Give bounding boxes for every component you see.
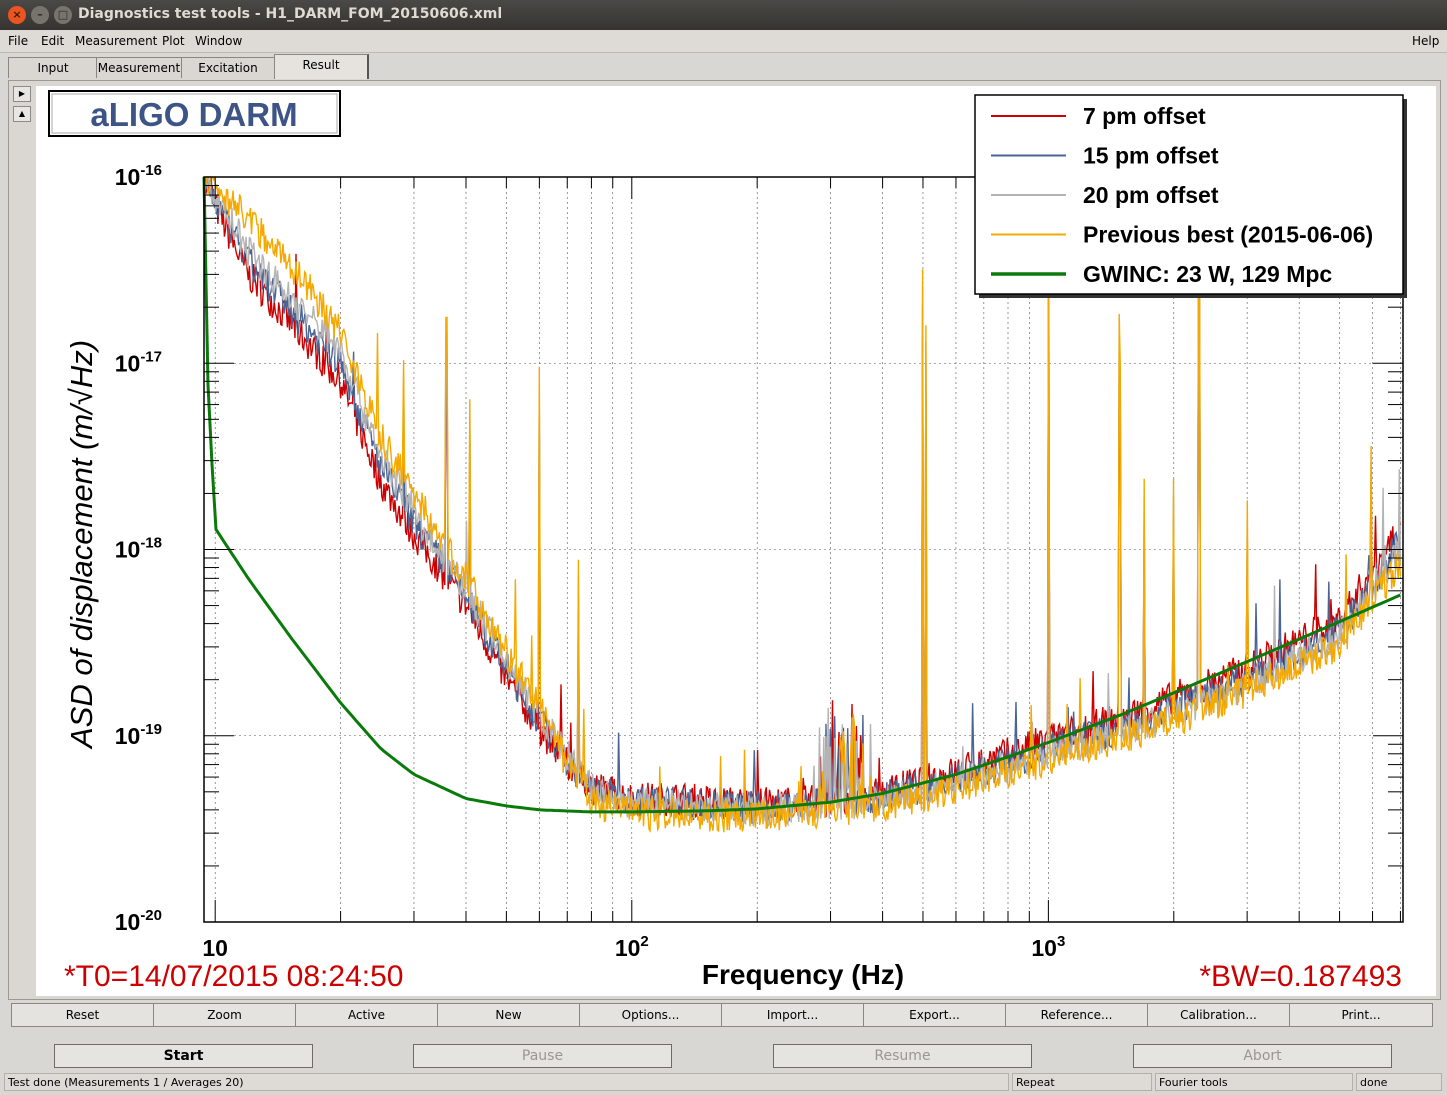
x-axis-label: Frequency (Hz) — [702, 959, 904, 990]
menu-window[interactable]: Window — [195, 34, 242, 48]
pause-button[interactable]: Pause — [413, 1044, 672, 1068]
legend-label: 15 pm offset — [1083, 143, 1219, 169]
plot-canvas[interactable]: 10 102 103 10-16 10-17 10-18 10-19 10-20 aLIGO … — [36, 86, 1436, 996]
y-tick-label: 10-20 — [115, 907, 162, 935]
resume-button[interactable]: Resume — [773, 1044, 1032, 1068]
close-window-button[interactable]: × — [8, 6, 26, 24]
bw-label: *BW=0.187493 — [1199, 960, 1402, 993]
menu-plot[interactable]: Plot — [162, 34, 185, 48]
import-button[interactable]: Import... — [721, 1003, 864, 1027]
status-message: Test done (Measurements 1 / Averages 20) — [4, 1073, 1009, 1091]
active-button[interactable]: Active — [295, 1003, 438, 1027]
legend-label: GWINC: 23 W, 129 Mpc — [1083, 261, 1332, 287]
maximize-window-button[interactable]: □ — [54, 6, 72, 24]
legend-label: 20 pm offset — [1083, 182, 1219, 208]
t0-label: *T0=14/07/2015 08:24:50 — [64, 960, 403, 993]
legend-label: 7 pm offset — [1083, 103, 1206, 129]
menu-measurement[interactable]: Measurement — [75, 34, 157, 48]
window-title: Diagnostics test tools - H1_DARM_FOM_201… — [78, 6, 503, 22]
start-button[interactable]: Start — [54, 1044, 313, 1068]
zoom-button[interactable]: Zoom — [153, 1003, 296, 1027]
new-button[interactable]: New — [437, 1003, 580, 1027]
calibration-button[interactable]: Calibration... — [1147, 1003, 1290, 1027]
status-tool: Fourier tools — [1155, 1073, 1353, 1091]
scroll-right-icon[interactable]: ▶ — [13, 86, 31, 102]
plot-legend: 7 pm offset 15 pm offset 20 pm offset Previ… — [974, 94, 1407, 298]
y-tick-label: 10-17 — [115, 348, 162, 376]
menu-file[interactable]: File — [8, 34, 28, 48]
x-tick-label: 102 — [615, 933, 649, 961]
legend-label: Previous best (2015-06-06) — [1083, 222, 1373, 248]
reset-button[interactable]: Reset — [11, 1003, 154, 1027]
plot-header: aLIGO DARM — [90, 96, 297, 133]
x-tick-label: 10 — [202, 935, 228, 961]
status-repeat: Repeat — [1012, 1073, 1152, 1091]
scroll-up-icon[interactable]: ▲ — [13, 106, 31, 122]
minimize-window-button[interactable]: – — [31, 6, 49, 24]
y-tick-label: 10-18 — [115, 535, 162, 563]
menu-edit[interactable]: Edit — [41, 34, 64, 48]
print-button[interactable]: Print... — [1289, 1003, 1433, 1027]
y-tick-label: 10-16 — [115, 162, 162, 190]
menu-help[interactable]: Help — [1412, 34, 1439, 48]
x-tick-label: 103 — [1031, 933, 1065, 961]
options-button[interactable]: Options... — [579, 1003, 722, 1027]
tab-measurement[interactable]: Measurement — [96, 57, 182, 78]
export-button[interactable]: Export... — [863, 1003, 1006, 1027]
abort-button[interactable]: Abort — [1133, 1044, 1392, 1068]
y-axis-label: ASD of displacement (m/√Hz) — [64, 340, 99, 750]
y-tick-label: 10-19 — [115, 721, 162, 749]
tab-result[interactable]: Result — [274, 54, 369, 79]
tab-input[interactable]: Input — [8, 57, 98, 78]
menu-bar: File Edit Measurement Plot Window Help — [0, 30, 1447, 53]
status-state: done — [1356, 1073, 1442, 1091]
tab-excitation[interactable]: Excitation — [181, 57, 275, 78]
reference-button[interactable]: Reference... — [1005, 1003, 1148, 1027]
window-titlebar: × – □ Diagnostics test tools - H1_DARM_F… — [0, 0, 1447, 30]
